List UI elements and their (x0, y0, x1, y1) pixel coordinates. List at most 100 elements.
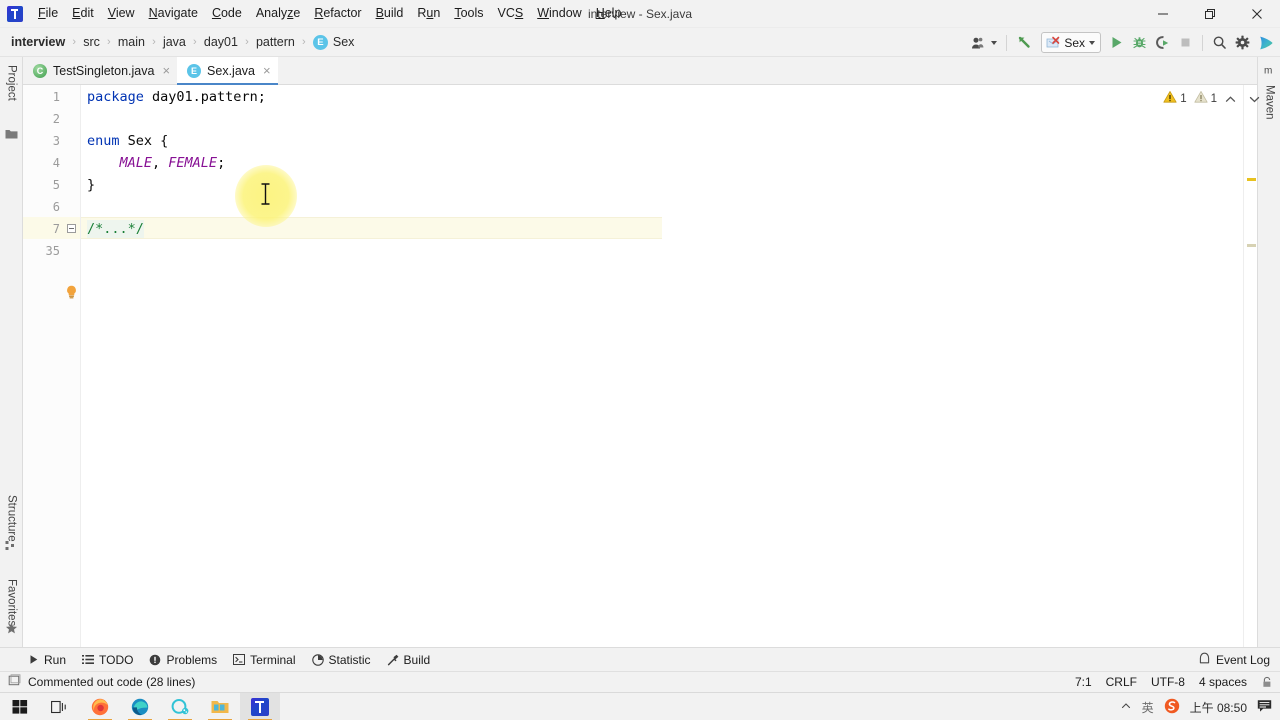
menu-item-help[interactable]: Help (589, 3, 629, 24)
menu-mnemonic: E (72, 6, 81, 20)
tool-window-terminal[interactable]: Terminal (233, 653, 296, 667)
breadcrumb-item-main[interactable]: main (115, 33, 148, 51)
tool-window-problems[interactable]: Problems (149, 653, 217, 667)
menu-mnemonic: C (211, 6, 221, 20)
taskbar-qq[interactable] (160, 693, 200, 720)
breadcrumb-label: interview (11, 35, 66, 49)
user-account-button[interactable] (967, 28, 1001, 57)
warning-marker-stripe[interactable] (1247, 178, 1256, 181)
chevron-down-icon[interactable] (1248, 93, 1261, 106)
menu-item-analyze[interactable]: Analyze (249, 3, 307, 24)
line-number: 35 (45, 244, 60, 258)
weak-warning-marker-stripe[interactable] (1247, 244, 1256, 247)
task-view-button[interactable] (40, 693, 80, 720)
close-icon[interactable]: × (160, 64, 170, 77)
chevron-up-icon[interactable] (1120, 700, 1132, 715)
event-log-button[interactable]: Event Log (1198, 648, 1270, 672)
editor-text-area[interactable]: package day01.pattern; enum Sex { MALE, F… (81, 85, 662, 647)
menu-item-refactor[interactable]: Refactor (307, 3, 368, 24)
line-number: 4 (52, 156, 60, 170)
close-button[interactable] (1233, 0, 1280, 28)
menu-item-navigate[interactable]: Navigate (142, 3, 205, 24)
breadcrumb-item-day01[interactable]: day01 (201, 33, 241, 51)
clock[interactable]: 上午 08:50 (1190, 699, 1247, 716)
settings-gear-button[interactable] (1231, 28, 1254, 57)
menu-item-run[interactable]: Run (410, 3, 447, 24)
taskbar-intellij-idea[interactable] (240, 692, 280, 720)
intention-bulb-icon[interactable] (65, 285, 78, 299)
menu-bar: File Edit View Navigate Code Analyze Refactor B… (31, 0, 628, 28)
menu-item-window[interactable]: Window (530, 3, 588, 24)
sidebar-item-maven[interactable]: Maven (1258, 79, 1280, 135)
close-icon[interactable]: × (261, 64, 271, 77)
ime-language-indicator[interactable]: 英 (1142, 699, 1154, 716)
caret-position[interactable]: 7:1 (1075, 675, 1092, 689)
favorites-tab-label: Favorites (5, 579, 18, 627)
debug-button[interactable] (1128, 28, 1151, 57)
menu-item-file[interactable]: File (31, 3, 65, 24)
indent-setting[interactable]: 4 spaces (1199, 675, 1247, 689)
breadcrumb-item-sex[interactable]: E Sex (310, 33, 358, 52)
minimize-button[interactable] (1139, 0, 1186, 28)
menu-item-vcs[interactable]: VCS (491, 3, 531, 24)
maven-tab-label: Maven (1263, 85, 1276, 120)
fold-expand-icon[interactable] (67, 224, 76, 233)
read-write-lock-icon[interactable] (1261, 676, 1274, 689)
taskbar-edge[interactable] (120, 693, 160, 720)
inspection-widget[interactable]: 1 1 (1163, 90, 1261, 108)
status-message-area[interactable]: Commented out code (28 lines) (0, 674, 195, 690)
code-line[interactable]: /*...*/ (87, 218, 144, 240)
breadcrumb-label: src (83, 35, 100, 49)
tool-window-build[interactable]: Build (387, 653, 430, 667)
run-button[interactable] (1105, 28, 1128, 57)
back-arrow-button[interactable] (1012, 28, 1037, 57)
line-number: 5 (52, 178, 60, 192)
tool-window-run[interactable]: Run (28, 653, 66, 667)
menu-mnemonic: R (314, 6, 324, 20)
code-line[interactable]: enum Sex { (87, 130, 168, 152)
stop-button (1174, 28, 1197, 57)
tool-window-statistic[interactable]: Statistic (311, 653, 371, 667)
sogou-ime-icon[interactable] (1164, 698, 1180, 717)
marker-bar[interactable] (1243, 85, 1257, 647)
tool-window-label: TODO (99, 652, 134, 667)
line-separator[interactable]: CRLF (1106, 675, 1137, 689)
editor-tab-sex-java[interactable]: E Sex.java × (177, 57, 278, 85)
breadcrumb: interview › src › main › java › day01 › pattern › E S… (0, 33, 357, 52)
menu-item-view[interactable]: View (101, 3, 142, 24)
breadcrumb-item-src[interactable]: src (80, 33, 103, 51)
code-editor[interactable]: 1 2 3 4 5 6 7 35 package day01.pattern; enum Sex… (23, 85, 1257, 647)
menu-item-code[interactable]: Code (205, 3, 249, 24)
code-line[interactable]: package day01.pattern; (87, 86, 266, 108)
chevron-up-icon[interactable] (1224, 93, 1237, 106)
breadcrumb-item-pattern[interactable]: pattern (253, 33, 298, 51)
run-config-caret (1089, 40, 1095, 45)
ide-assistant-button[interactable] (1254, 28, 1278, 57)
editor-tab-bar: C TestSingleton.java × E Sex.java × (23, 57, 1257, 85)
search-everywhere-button[interactable] (1208, 28, 1231, 57)
editor-gutter[interactable]: 1 2 3 4 5 6 7 35 (23, 85, 81, 647)
notification-icon[interactable] (1257, 699, 1272, 716)
folded-comment-placeholder[interactable]: /*...*/ (87, 220, 144, 238)
tool-window-todo[interactable]: TODO (82, 653, 133, 667)
breadcrumb-item-interview[interactable]: interview (8, 33, 68, 51)
structure-tab-label: Structure (5, 495, 18, 542)
run-with-coverage-button[interactable] (1151, 28, 1174, 57)
code-line[interactable]: MALE, FEMALE; (87, 152, 226, 174)
menu-item-edit[interactable]: Edit (65, 3, 101, 24)
run-configuration-selector[interactable]: Sex (1041, 32, 1101, 53)
breadcrumb-label: main (117, 35, 145, 49)
code-line[interactable]: } (87, 174, 95, 196)
editor-tab-testsingleton-java[interactable]: C TestSingleton.java × (23, 57, 177, 84)
taskbar-file-explorer[interactable] (200, 693, 240, 720)
breadcrumb-item-java[interactable]: java (160, 33, 189, 51)
encoding[interactable]: UTF-8 (1151, 675, 1185, 689)
maximize-button[interactable] (1186, 0, 1233, 28)
menu-item-tools[interactable]: Tools (447, 3, 490, 24)
start-button[interactable] (0, 693, 40, 720)
menu-item-build[interactable]: Build (369, 3, 411, 24)
editor-tab-label: TestSingleton.java (53, 63, 155, 78)
breadcrumb-separator: › (193, 36, 197, 48)
taskbar-firefox[interactable] (80, 693, 120, 720)
sidebar-item-project[interactable]: Project (0, 59, 23, 123)
